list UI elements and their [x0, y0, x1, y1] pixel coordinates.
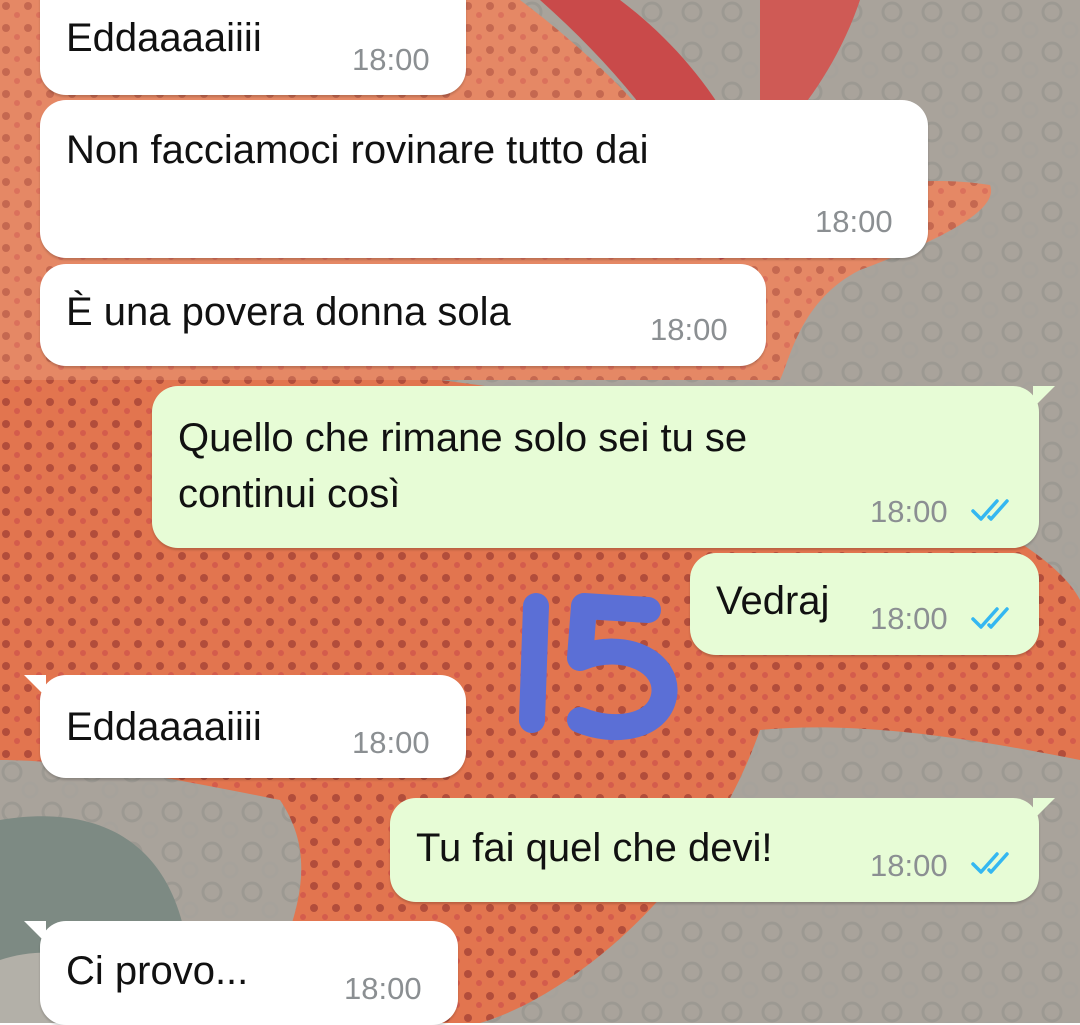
read-receipt-icon: [971, 499, 1009, 521]
message-time: 18:00: [352, 42, 430, 77]
message-bubble-incoming[interactable]: Non facciamoci rovinare tutto dai 18:00: [40, 100, 928, 258]
message-time: 18:00: [352, 725, 430, 760]
message-time: 18:00: [344, 971, 422, 1006]
read-receipt-icon: [971, 852, 1009, 874]
message-text: Eddaaaaiiii: [66, 16, 262, 60]
message-bubble-incoming[interactable]: Ci provo... 18:00: [24, 921, 458, 1025]
message-text: Eddaaaaiiii: [66, 705, 262, 749]
message-bubble-outgoing[interactable]: Quello che rimane solo sei tu se continu…: [152, 386, 1055, 548]
message-bubble-outgoing[interactable]: Vedraj 18:00: [690, 553, 1039, 655]
handwritten-number-overlay: [519, 593, 678, 741]
message-text: Non facciamoci rovinare tutto dai: [66, 128, 649, 172]
read-receipt-icon: [971, 607, 1009, 629]
message-text: Ci provo...: [66, 949, 249, 993]
message-time: 18:00: [870, 848, 948, 883]
message-text: Quello che rimane solo sei tu se continu…: [178, 416, 748, 516]
message-bubble-incoming[interactable]: Eddaaaaiiii 18:00: [24, 675, 466, 778]
message-text: Tu fai quel che devi!: [416, 826, 773, 870]
message-time: 18:00: [650, 312, 728, 347]
message-time: 18:00: [815, 204, 893, 239]
message-text: È una povera donna sola: [66, 290, 511, 334]
message-time: 18:00: [870, 601, 948, 636]
message-bubble-incoming[interactable]: Eddaaaaiiii 18:00: [40, 0, 466, 95]
message-bubble-outgoing[interactable]: Tu fai quel che devi! 18:00: [390, 798, 1055, 902]
message-bubble-incoming[interactable]: È una povera donna sola 18:00: [40, 264, 766, 366]
message-time: 18:00: [870, 494, 948, 529]
message-text: Vedraj: [716, 579, 830, 623]
